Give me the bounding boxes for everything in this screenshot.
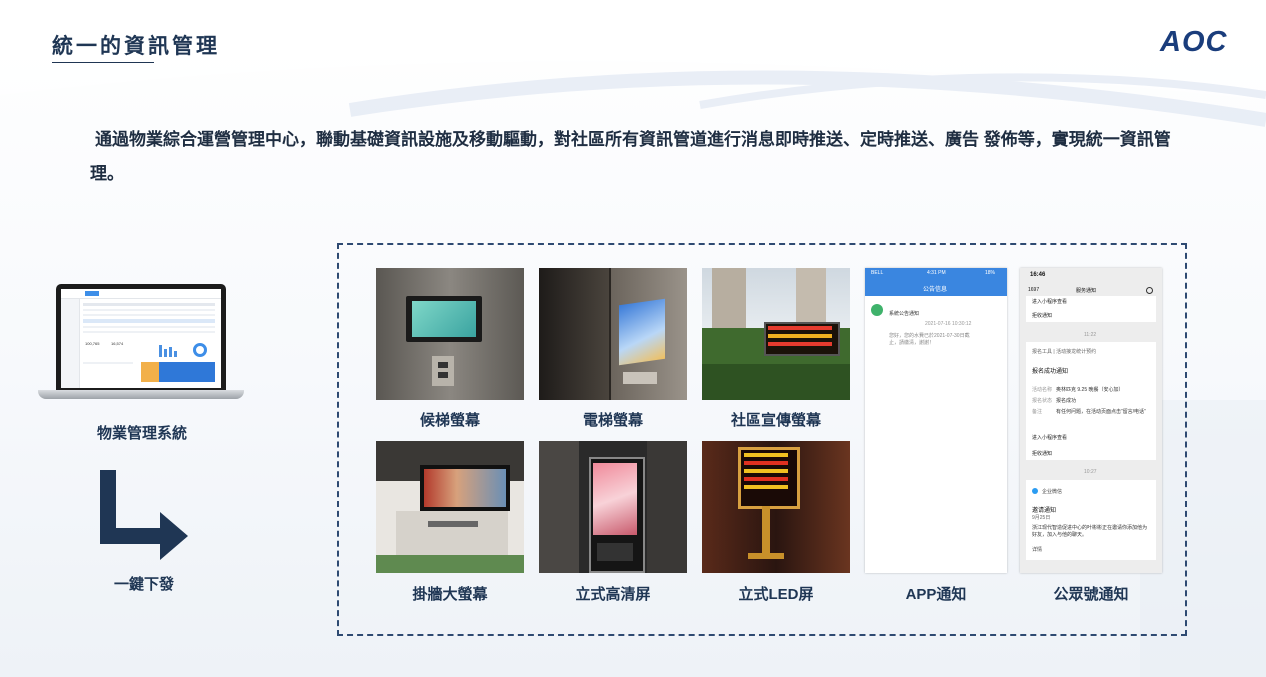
wechat-item-refuse-1[interactable]: 拒收通知 [1032, 312, 1052, 319]
wechat-item-enter-2[interactable]: 进入小程序查看 [1032, 434, 1067, 441]
brand-logo: AOC [1160, 26, 1228, 58]
app-notice-icon [871, 304, 883, 316]
standing-hd-screen-photo [539, 441, 687, 573]
channel-label-waiting-screen: 候梯螢幕 [419, 412, 480, 429]
standing-led-screen-photo [702, 441, 850, 573]
waiting-screen-photo [376, 268, 524, 400]
wechat-item-refuse-2[interactable]: 拒收通知 [1032, 450, 1052, 457]
app-notice-screenshot: BELL 4:31 PM 18% 公告信息 系統公告通知 2021-07-16 … [865, 268, 1007, 573]
channel-label-community-screen: 社區宣傳螢幕 [730, 412, 821, 429]
elevator-screen-photo [539, 268, 687, 400]
dashboard-stat-1: 100,765 [85, 341, 100, 346]
channel-label-wechat: 公眾號通知 [1053, 586, 1129, 603]
wechat-invite-body: 浙江现代智造促进中心的叶彬彬正在邀请你添加他为好友，加入与他的聊天。 [1032, 525, 1148, 538]
wechat-notice-screenshot: 16:46 1697 服务通知 进入小程序查看 拒收通知 11:22 报名工具 … [1020, 268, 1162, 573]
community-led-photo [702, 268, 850, 400]
wechat-item-enter-1[interactable]: 进入小程序查看 [1032, 298, 1067, 305]
app-notice-date: 2021-07-16 10:30:12 [925, 321, 972, 327]
app-header: 公告信息 [923, 287, 948, 293]
app-notice-body: 您好，您的水費已於2021-07-30日截止，請繳清，謝謝！ [889, 333, 970, 346]
wechat-row1-val: 奥林匹克 9.25 晚餐（安心加） [1056, 387, 1124, 393]
settings-icon[interactable] [1146, 287, 1153, 294]
wechat-row1-key: 活动名称 [1032, 387, 1053, 393]
channel-label-wall-screen: 掛牆大螢幕 [412, 586, 488, 603]
channel-label-standing-led: 立式LED屏 [738, 586, 814, 603]
dashboard-stat-2: 16,574 [111, 341, 124, 346]
wechat-row2-val: 报名成功 [1056, 398, 1077, 404]
wechat-row3-val: 有任何问题，在活动页面点击“留言/电话” [1056, 409, 1146, 415]
app-carrier: BELL [871, 270, 884, 276]
channel-label-app: APP通知 [905, 586, 967, 603]
dispatch-label: 一鍵下發 [113, 576, 174, 593]
app-time: 4:31 PM [927, 270, 946, 276]
title-underline [52, 62, 154, 63]
laptop-base [38, 390, 244, 399]
app-notice-title: 系統公告通知 [889, 311, 920, 317]
wechat-back[interactable]: 1697 [1028, 287, 1039, 293]
wechat-invite-date: 9月25日 [1032, 515, 1051, 521]
work-wechat-icon [1032, 488, 1038, 494]
wechat-success-title: 报名成功通知 [1032, 369, 1069, 375]
wechat-work-app: 企业微信 [1042, 489, 1063, 495]
intro-paragraph: 通過物業綜合運營管理中心，聯動基礎資訊設施及移動驅動，對社區所有資訊管道進行消息… [90, 130, 1171, 183]
wechat-invite-title: 邀请通知 [1032, 508, 1057, 514]
wechat-header: 服务通知 [1076, 288, 1097, 294]
channel-label-elevator-screen: 電梯螢幕 [582, 412, 643, 429]
wechat-time-1: 11:22 [1084, 332, 1097, 338]
app-battery: 18% [985, 270, 996, 276]
arrow-down-right-icon [100, 470, 188, 560]
wechat-row3-key: 备注 [1032, 409, 1043, 415]
system-label: 物業管理系統 [96, 425, 187, 442]
wall-screen-photo [376, 441, 524, 573]
wechat-row2-key: 报名状态 [1032, 398, 1053, 404]
wechat-time-2: 10:27 [1084, 469, 1097, 475]
laptop-screen: 100,765 16,574 [56, 284, 226, 390]
laptop-illustration: 100,765 16,574 [38, 284, 244, 404]
wechat-time: 16:46 [1030, 272, 1046, 278]
wechat-app-name: 报名工具 | 活动接龙统计预约 [1032, 349, 1097, 355]
dashboard-screenshot: 100,765 16,574 [61, 289, 221, 388]
wechat-detail[interactable]: 详情 [1032, 546, 1042, 553]
page-title: 統一的資訊管理 [52, 35, 220, 58]
channel-label-standing-hd: 立式高清屏 [575, 586, 651, 603]
